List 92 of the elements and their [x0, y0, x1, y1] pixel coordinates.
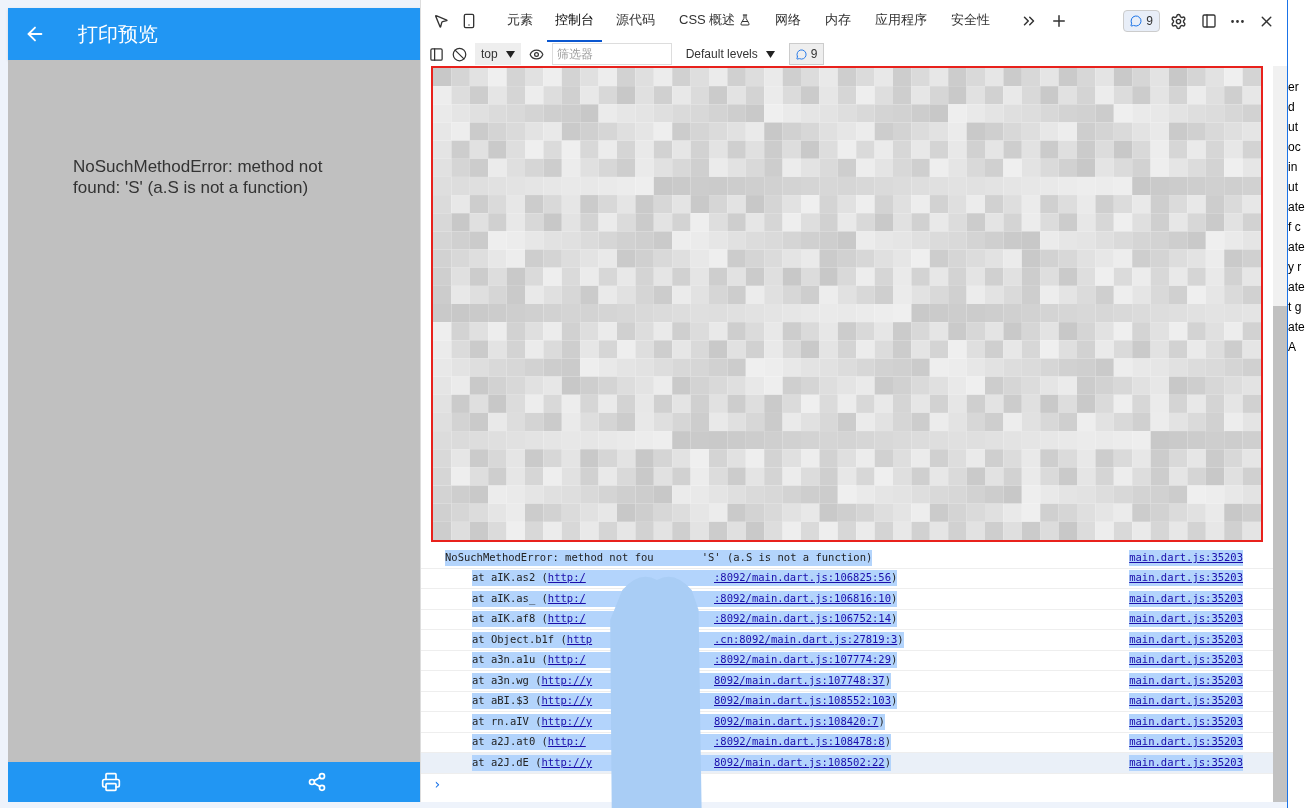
paren-text: ) — [884, 734, 891, 750]
console-message: NoSuchMethodError: method not fou 'S' (a.S is not a function) — [445, 549, 873, 566]
paren-text: ) — [891, 652, 898, 668]
paren-text: ) — [878, 713, 885, 729]
devtools-tab[interactable]: 源代码 — [606, 0, 665, 42]
page-fragment: A — [1288, 340, 1297, 354]
url-link[interactable]: 8092/main.dart.js:108420:7 — [714, 713, 879, 730]
source-link[interactable]: main.dart.js:35203 — [1129, 611, 1243, 628]
page-fragment: ut — [1288, 180, 1299, 194]
page-fragment: ut — [1288, 120, 1299, 134]
stack-frame: at aIK.as2 ( — [472, 570, 548, 587]
flask-icon — [739, 14, 752, 26]
stack-frame: at a2J.at0 ( — [472, 734, 548, 751]
page-fragment: er — [1288, 80, 1300, 94]
url-link[interactable]: http://y — [541, 693, 593, 710]
context-select[interactable]: top — [475, 43, 521, 65]
devtools-tab[interactable]: 元素 — [497, 0, 543, 42]
page-fragment: ate — [1288, 320, 1305, 334]
stack-frame: at aIK.af8 ( — [472, 611, 548, 628]
url-link[interactable]: http://y — [541, 672, 593, 689]
url-link[interactable]: http:/ — [547, 590, 586, 607]
page-fragment: ate — [1288, 200, 1305, 214]
source-link[interactable]: main.dart.js:35203 — [1129, 734, 1243, 751]
stack-frame: at a3n.a1u ( — [472, 652, 548, 669]
url-link[interactable]: http — [566, 631, 593, 648]
devtools-tab[interactable]: 控制台 — [547, 0, 602, 42]
levels-select[interactable]: Default levels — [679, 45, 781, 63]
source-link[interactable]: main.dart.js:35203 — [1129, 713, 1243, 730]
filter-field[interactable]: 筛选器 — [551, 43, 672, 65]
stack-frame: at aIK.as_ ( — [472, 590, 548, 607]
url-link[interactable]: 8092/main.dart.js:108502:22 — [714, 754, 885, 771]
message-icon — [1130, 15, 1143, 27]
source-link[interactable]: main.dart.js:35203 — [1129, 754, 1243, 771]
paren-text: ) — [891, 570, 898, 586]
eye-icon[interactable] — [528, 46, 544, 62]
stack-frame: at rn.aIV ( — [472, 713, 542, 730]
source-link[interactable]: main.dart.js:35203 — [1129, 549, 1243, 566]
stack-frame: at Object.b1f ( — [472, 631, 567, 648]
page-fragment: y r — [1288, 260, 1303, 274]
devtools-tab[interactable]: 网络 — [765, 0, 812, 42]
url-link[interactable]: .cn:8092/main.dart.js:27819:3 — [714, 631, 898, 648]
devtools-tab[interactable]: 内存 — [815, 0, 862, 42]
url-link[interactable]: http:/ — [547, 570, 586, 587]
paren-text: ) — [891, 693, 898, 709]
page-fragment: d — [1288, 100, 1296, 114]
paren-text: ) — [884, 754, 891, 770]
message-icon — [795, 48, 807, 60]
clear-icon[interactable] — [452, 46, 467, 62]
devtools-tab[interactable]: 应用程序 — [865, 0, 938, 42]
page-fragment: t g — [1288, 300, 1303, 314]
print-icon[interactable] — [101, 772, 121, 792]
share-icon[interactable] — [307, 772, 327, 792]
page-fragment: oc — [1288, 140, 1302, 154]
paren-text: ) — [891, 590, 898, 606]
url-link[interactable]: 8092/main.dart.js:108552:103 — [714, 693, 891, 710]
devtools-tab[interactable]: 安全性 — [941, 0, 1001, 42]
url-link[interactable]: :8092/main.dart.js:106825:56 — [714, 570, 891, 587]
url-link[interactable]: http://y — [541, 713, 593, 730]
url-link[interactable]: :8092/main.dart.js:106816:10 — [714, 590, 891, 607]
sidebar-icon[interactable] — [429, 46, 444, 62]
paren-text: ) — [891, 611, 898, 627]
page-fragment: ate — [1288, 280, 1305, 294]
console-prompt[interactable]: › — [421, 773, 1273, 795]
url-link[interactable]: http:/ — [547, 611, 586, 628]
url-link[interactable]: 8092/main.dart.js:107748:37 — [714, 672, 885, 689]
source-link[interactable]: main.dart.js:35203 — [1129, 693, 1243, 710]
paren-text: ) — [884, 672, 891, 688]
source-link[interactable]: main.dart.js:35203 — [1129, 631, 1243, 648]
url-link[interactable]: http:/ — [547, 734, 586, 751]
devtools-tab[interactable]: CSS 概述 — [669, 0, 762, 42]
url-link[interactable]: http:/ — [547, 652, 586, 669]
caret-icon — [765, 50, 775, 58]
page-fragment: ate — [1288, 240, 1305, 254]
caret-icon — [505, 50, 515, 58]
error-message: NoSuchMethodError: method not found: 'S' (a.S is not a function) — [73, 156, 324, 198]
stack-frame: at aBI.$3 ( — [472, 693, 542, 710]
url-link[interactable]: :8092/main.dart.js:106752:14 — [714, 611, 891, 628]
url-link[interactable]: :8092/main.dart.js:108478:8 — [714, 734, 885, 751]
source-link[interactable]: main.dart.js:35203 — [1129, 652, 1243, 669]
paren-text: ) — [897, 631, 904, 647]
stack-frame: at a3n.wg ( — [472, 672, 542, 689]
url-link[interactable]: http://y — [541, 754, 593, 771]
app-title: 打印预览 — [78, 22, 158, 47]
stack-frame: at a2J.dE ( — [472, 754, 542, 771]
url-link[interactable]: :8092/main.dart.js:107774:29 — [714, 652, 891, 669]
page-fragment: f c — [1288, 220, 1302, 234]
messages-button[interactable]: 9 — [788, 43, 825, 65]
source-link[interactable]: main.dart.js:35203 — [1129, 672, 1243, 689]
source-link[interactable]: main.dart.js:35203 — [1129, 570, 1243, 587]
page-fragment: in — [1288, 160, 1299, 174]
issues-button[interactable]: 9 — [1123, 10, 1160, 32]
source-link[interactable]: main.dart.js:35203 — [1129, 590, 1243, 607]
